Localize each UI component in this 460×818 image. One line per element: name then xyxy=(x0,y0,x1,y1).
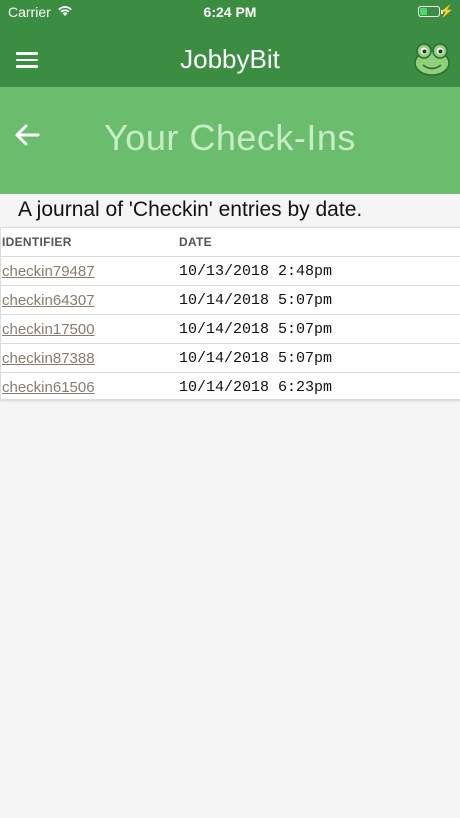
status-bar: Carrier 6:24 PM ⚡ xyxy=(0,0,460,24)
checkin-date: 10/14/2018 5:07pm xyxy=(179,292,333,309)
table-header: IDENTIFIER DATE xyxy=(1,228,460,257)
checkin-link[interactable]: checkin79487 xyxy=(2,263,95,280)
header: Carrier 6:24 PM ⚡ JobbyBit xyxy=(0,0,460,87)
checkin-link[interactable]: checkin87388 xyxy=(2,350,95,367)
table-row: checkin79487 10/13/2018 2:48pm xyxy=(1,257,460,286)
page-subtitle: A journal of 'Checkin' entries by date. xyxy=(18,198,363,221)
checkin-date: 10/14/2018 6:23pm xyxy=(179,379,333,396)
table-row: checkin87388 10/14/2018 5:07pm xyxy=(1,344,460,373)
navbar: JobbyBit xyxy=(0,30,460,87)
page-banner: Your Check-Ins xyxy=(0,87,460,194)
checkin-link[interactable]: checkin61506 xyxy=(2,379,95,396)
column-header-identifier: IDENTIFIER xyxy=(2,235,72,249)
checkin-date: 10/14/2018 5:07pm xyxy=(179,321,333,338)
checkin-link[interactable]: checkin17500 xyxy=(2,321,95,338)
table-row: checkin61506 10/14/2018 6:23pm xyxy=(1,373,460,401)
table-row: checkin64307 10/14/2018 5:07pm xyxy=(1,286,460,315)
checkin-date: 10/14/2018 5:07pm xyxy=(179,350,333,367)
app-title: JobbyBit xyxy=(180,44,280,74)
charging-icon: ⚡ xyxy=(439,4,454,18)
page-title: Your Check-Ins xyxy=(104,117,356,158)
checkins-table: IDENTIFIER DATE checkin79487 10/13/2018 … xyxy=(0,227,460,400)
table-row: checkin17500 10/14/2018 5:07pm xyxy=(1,315,460,344)
checkin-link[interactable]: checkin64307 xyxy=(2,292,95,309)
battery-icon xyxy=(418,6,443,17)
column-header-date: DATE xyxy=(179,235,212,249)
clock: 6:24 PM xyxy=(203,4,257,20)
frog-icon[interactable] xyxy=(414,42,450,76)
checkin-date: 10/13/2018 2:48pm xyxy=(179,263,333,280)
